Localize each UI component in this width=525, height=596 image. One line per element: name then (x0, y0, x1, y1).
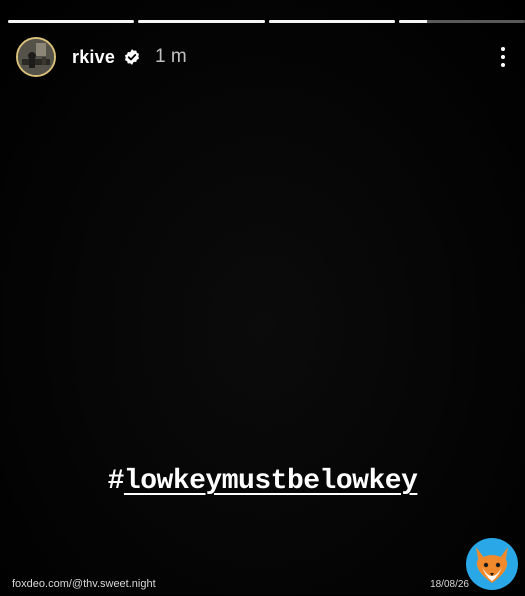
watermark-date: 18/08/26 (430, 579, 469, 590)
avatar[interactable] (16, 37, 56, 77)
progress-segment-fill (138, 20, 265, 23)
progress-segment (8, 20, 135, 23)
progress-segment-fill (398, 20, 427, 23)
story-progress-bar (8, 20, 525, 23)
more-options-dot (501, 47, 505, 51)
verified-badge-icon (123, 48, 141, 66)
watermark-source: foxdeo.com/@thv.sweet.night (12, 578, 156, 590)
post-time: 1 m (155, 46, 187, 67)
hashtag-symbol: # (107, 466, 125, 497)
progress-segment-fill (8, 20, 135, 23)
story-header: rkive 1 m (16, 36, 515, 78)
progress-segment (398, 20, 525, 23)
progress-segment (138, 20, 265, 23)
progress-segment (268, 20, 395, 23)
more-options-dot (501, 55, 505, 59)
more-options-dot (501, 63, 505, 67)
username[interactable]: rkive (72, 47, 115, 68)
progress-segment-fill (268, 20, 395, 23)
more-options-icon[interactable] (491, 42, 515, 72)
hashtag-sticker[interactable]: #lowkeymustbelowkey (0, 466, 525, 497)
avatar-image (18, 39, 54, 75)
fox-logo-icon (465, 537, 519, 591)
hashtag-text[interactable]: lowkeymustbelowkey (124, 466, 418, 497)
story-viewer[interactable]: rkive 1 m #lowkeymustbelowkey (0, 0, 525, 595)
